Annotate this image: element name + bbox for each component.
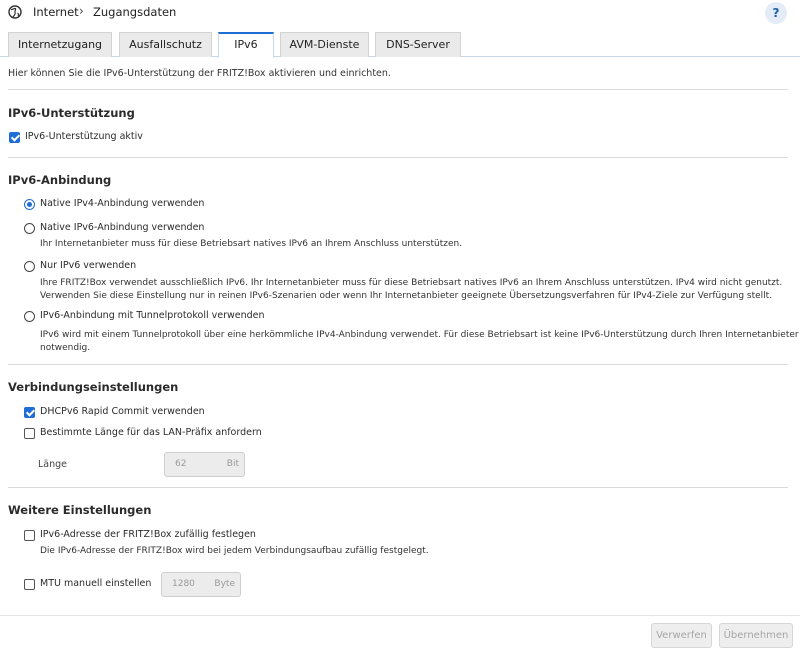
radio-only-ipv6-label[interactable]: Nur IPv6 verwenden	[40, 260, 136, 271]
mtu-label[interactable]: MTU manuell einstellen	[40, 578, 151, 589]
section-title-support: IPv6-Unterstützung	[8, 106, 135, 120]
divider	[8, 364, 788, 365]
page-header: Internet › Zugangsdaten ?	[0, 0, 800, 27]
ipv6-support-checkbox[interactable]	[9, 132, 20, 143]
section-title-settings: Verbindungseinstellungen	[8, 380, 179, 394]
section-title-further: Weitere Einstellungen	[8, 503, 152, 517]
divider	[8, 487, 788, 488]
radio-only-ipv6[interactable]	[24, 261, 35, 272]
radio-native-ipv6-desc: Ihr Internetanbieter muss für diese Betr…	[40, 239, 463, 249]
breadcrumb-internet[interactable]: Internet	[33, 5, 79, 19]
mtu-input[interactable]: 1280 Byte	[161, 572, 241, 597]
tab-dns-server[interactable]: DNS-Server	[375, 32, 461, 57]
dhcpv6-rapid-commit-checkbox[interactable]	[24, 407, 35, 418]
divider	[8, 157, 788, 158]
tab-ausfallschutz[interactable]: Ausfallschutz	[119, 32, 212, 57]
random-ipv6-desc: Die IPv6-Adresse der FRITZ!Box wird bei …	[40, 546, 429, 556]
tab-bar: Internetzugang Ausfallschutz IPv6 AVM-Di…	[0, 32, 800, 58]
divider	[8, 89, 788, 90]
intro-text: Hier können Sie die IPv6-Unterstützung d…	[8, 68, 391, 79]
help-button[interactable]: ?	[765, 2, 787, 24]
radio-only-ipv6-desc-1: Ihre FRITZ!Box verwendet ausschließlich …	[40, 278, 783, 288]
tab-avm-dienste[interactable]: AVM-Dienste	[280, 32, 369, 57]
random-ipv6-checkbox[interactable]	[24, 530, 35, 541]
mtu-value: 1280	[172, 579, 195, 589]
page-title: Zugangsdaten	[93, 5, 177, 19]
lan-prefix-checkbox[interactable]	[24, 428, 35, 439]
globe-icon	[8, 5, 22, 19]
radio-native-ipv4-label[interactable]: Native IPv4-Anbindung verwenden	[40, 198, 204, 209]
discard-button[interactable]: Verwerfen	[651, 623, 712, 648]
mtu-unit: Byte	[214, 579, 235, 589]
radio-tunnel-desc-2: notwendig.	[40, 343, 91, 353]
radio-tunnel[interactable]	[24, 311, 35, 322]
tab-internetzugang[interactable]: Internetzugang	[8, 32, 112, 57]
prefix-length-input[interactable]: 62 Bit	[164, 452, 245, 477]
radio-only-ipv6-desc-2: Verwenden Sie diese Einstellung nur in r…	[40, 291, 773, 301]
random-ipv6-label[interactable]: IPv6-Adresse der FRITZ!Box zufällig fest…	[40, 529, 256, 540]
radio-native-ipv6[interactable]	[24, 223, 35, 234]
radio-tunnel-desc-1: IPv6 wird mit einem Tunnelprotokoll über…	[40, 330, 799, 340]
radio-native-ipv4[interactable]	[24, 199, 35, 210]
prefix-length-label: Länge	[38, 459, 68, 470]
dhcpv6-rapid-commit-label[interactable]: DHCPv6 Rapid Commit verwenden	[40, 406, 205, 417]
radio-native-ipv6-label[interactable]: Native IPv6-Anbindung verwenden	[40, 222, 204, 233]
ipv6-support-label[interactable]: IPv6-Unterstützung aktiv	[25, 131, 143, 142]
lan-prefix-label[interactable]: Bestimmte Länge für das LAN-Präfix anfor…	[40, 427, 262, 438]
apply-button[interactable]: Übernehmen	[719, 623, 793, 648]
footer-divider	[0, 615, 800, 616]
chevron-right-icon: ›	[79, 4, 84, 18]
prefix-length-unit: Bit	[226, 459, 239, 469]
prefix-length-value: 62	[175, 459, 187, 469]
radio-tunnel-label[interactable]: IPv6-Anbindung mit Tunnelprotokoll verwe…	[40, 310, 265, 321]
mtu-checkbox[interactable]	[24, 579, 35, 590]
section-title-connection: IPv6-Anbindung	[8, 173, 112, 187]
tab-ipv6[interactable]: IPv6	[218, 32, 274, 58]
